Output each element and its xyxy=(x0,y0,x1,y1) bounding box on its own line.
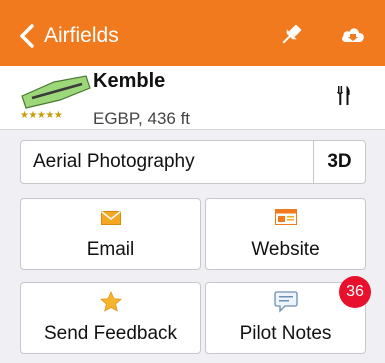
chevron-left-icon xyxy=(20,24,34,48)
restaurant-icon[interactable] xyxy=(336,84,352,106)
aerial-photography-button[interactable]: Aerial Photography 3D xyxy=(20,140,366,184)
aerial-photography-label: Aerial Photography xyxy=(33,151,195,172)
airfield-details: EGBP, 436 ft xyxy=(93,109,191,128)
notification-badge: 36 xyxy=(339,276,371,308)
envelope-icon xyxy=(100,211,121,225)
email-button[interactable]: Email xyxy=(20,198,201,270)
runway-icon xyxy=(21,75,91,109)
pilot-notes-label: Pilot Notes xyxy=(239,323,332,344)
email-label: Email xyxy=(86,239,135,260)
send-feedback-button[interactable]: Send Feedback xyxy=(20,282,201,354)
website-button[interactable]: Website xyxy=(205,198,366,270)
back-button-label: Airfields xyxy=(44,24,119,47)
star-icon xyxy=(99,291,122,312)
navigation-bar: Airfields xyxy=(0,0,385,66)
send-feedback-label: Send Feedback xyxy=(43,323,178,344)
rating-stars: ★★★★★ xyxy=(20,110,63,121)
pin-icon[interactable] xyxy=(278,22,304,48)
webpage-icon xyxy=(274,209,297,225)
3d-button[interactable]: 3D xyxy=(313,141,365,183)
cloud-download-icon[interactable] xyxy=(340,24,366,46)
website-label: Website xyxy=(251,239,320,260)
speech-bubble-icon xyxy=(273,291,298,313)
back-button[interactable]: Airfields xyxy=(18,21,119,51)
airfield-name: Kemble xyxy=(93,70,166,92)
